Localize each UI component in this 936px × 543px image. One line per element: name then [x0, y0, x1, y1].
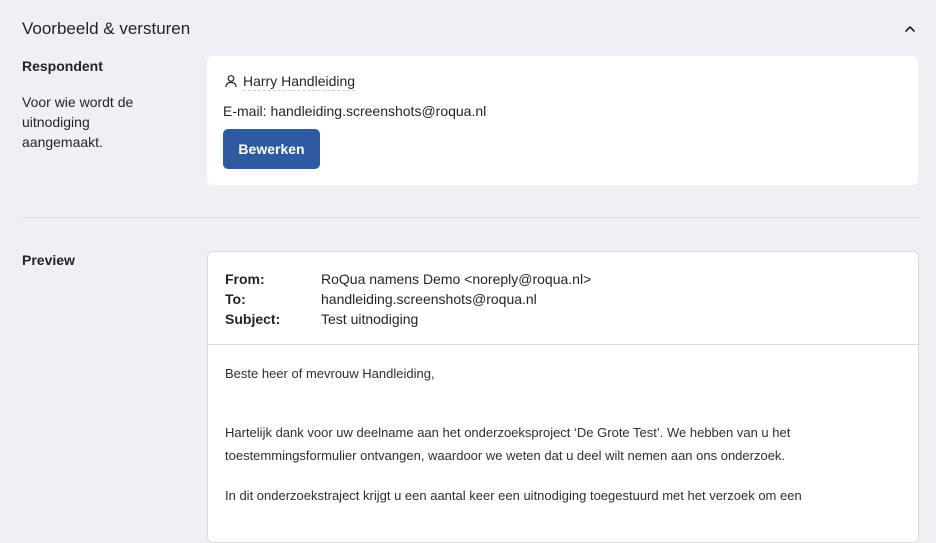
header-to: To: handleiding.screenshots@roqua.nl [225, 289, 591, 309]
section-divider [22, 217, 918, 218]
email-paragraph-line: toestemmingsformulier ontvangen, waardoo… [225, 448, 786, 463]
edit-button[interactable]: Bewerken [223, 129, 320, 169]
email-separator [208, 344, 918, 345]
header-value: RoQua namens Demo <noreply@roqua.nl> [321, 271, 592, 287]
respondent-name-row: Harry Handleiding [224, 73, 356, 91]
email-body: Beste heer of mevrouw Handleiding, Harte… [225, 362, 825, 507]
respondent-name: Harry Handleiding [243, 73, 356, 91]
email-greeting: Beste heer of mevrouw Handleiding, [225, 366, 435, 381]
email-preview-card: From: RoQua namens Demo <noreply@roqua.n… [207, 251, 919, 543]
header-key: Subject: [225, 311, 281, 327]
chevron-up-icon[interactable] [902, 21, 918, 37]
header-from: From: RoQua namens Demo <noreply@roqua.n… [225, 269, 591, 289]
header-value: Test uitnodiging [321, 311, 419, 327]
respondent-card: Harry Handleiding E-mail: handleiding.sc… [207, 56, 918, 185]
respondent-label: Respondent [22, 58, 103, 74]
header-key: To: [225, 291, 246, 307]
section-header[interactable]: Voorbeeld & versturen [22, 18, 918, 40]
email-paragraph-line: In dit onderzoekstraject krijgt u een aa… [225, 488, 802, 503]
email-paragraph-line: Hartelijk dank voor uw deelname aan het … [225, 425, 791, 440]
section-title: Voorbeeld & versturen [22, 19, 191, 38]
preview-label: Preview [22, 252, 75, 268]
respondent-description: Voor wie wordt de uitnodiging aangemaakt… [22, 94, 134, 150]
header-subject: Subject: Test uitnodiging [225, 309, 591, 329]
user-icon [224, 74, 238, 91]
respondent-email: E-mail: handleiding.screenshots@roqua.nl [223, 103, 487, 119]
header-key: From: [225, 271, 265, 287]
header-value: handleiding.screenshots@roqua.nl [321, 291, 537, 307]
email-headers: From: RoQua namens Demo <noreply@roqua.n… [225, 269, 591, 329]
